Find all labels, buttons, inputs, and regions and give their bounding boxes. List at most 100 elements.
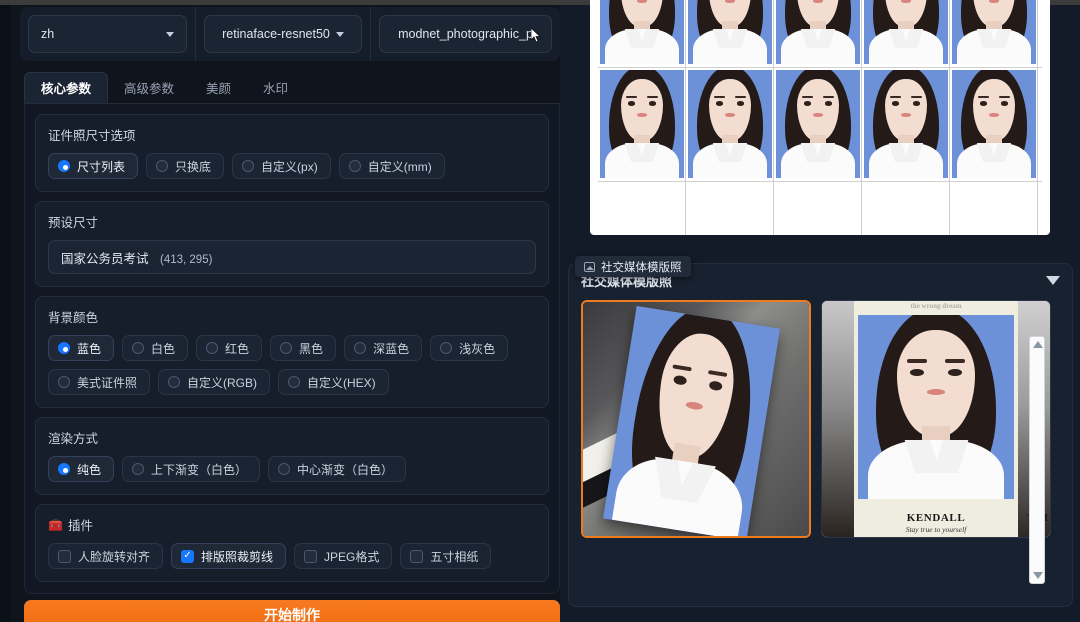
photo-cell (864, 70, 948, 178)
radio-icon (132, 463, 144, 475)
radio-icon (278, 463, 290, 475)
triangle-down-icon[interactable] (1046, 276, 1060, 285)
radio-label: 白色 (151, 340, 175, 357)
background-color-title: 背景颜色 (48, 307, 536, 326)
photo-cell (600, 70, 684, 178)
triangle-down-icon[interactable] (1033, 572, 1043, 579)
tab-label: 水印 (263, 78, 288, 97)
radio-icon (132, 342, 144, 354)
social-template-badge-label: 社交媒体模版照 (601, 259, 682, 275)
left-side-photo-strip (822, 301, 854, 537)
face-detect-select[interactable]: retinaface-resnet50 (204, 15, 362, 53)
radio-bg-darkblue[interactable]: 深蓝色 (344, 335, 422, 361)
plugins-checkboxes: 人脸旋转对齐 排版照裁剪线 JPEG格式 五寸相纸 (48, 543, 536, 569)
radio-bg-lightgray[interactable]: 浅灰色 (430, 335, 508, 361)
radio-label: 自定义(RGB) (187, 374, 257, 391)
face-detect-select-value: retinaface-resnet50 (222, 27, 330, 41)
radio-change-bg-only[interactable]: 只换底 (146, 153, 224, 179)
preset-size-value: 国家公务员考试 (61, 252, 149, 266)
radio-icon (242, 160, 254, 172)
radio-label: 自定义(px) (261, 158, 318, 175)
radio-bg-custom-hex[interactable]: 自定义(HEX) (278, 369, 389, 395)
start-button[interactable]: 开始制作 (24, 600, 560, 622)
size-option-title: 证件照尺寸选项 (48, 125, 536, 144)
radio-icon (280, 342, 292, 354)
radio-size-list[interactable]: 尺寸列表 (48, 153, 138, 179)
plugins-group: 🧰 插件 人脸旋转对齐 排版照裁剪线 JPEG格式 (35, 504, 549, 582)
polaroid-caption-sub: Stay true to yourself (822, 525, 1050, 534)
radio-label: 上下渐变（白色） (151, 461, 247, 478)
language-select[interactable]: zh (28, 15, 187, 53)
render-mode-group: 渲染方式 纯色 上下渐变（白色） 中心渐变（白色） (35, 417, 549, 495)
radio-custom-px[interactable]: 自定义(px) (232, 153, 331, 179)
plugins-title-row: 🧰 插件 (48, 515, 536, 534)
language-select-value: zh (41, 27, 54, 41)
mouse-cursor-icon (531, 28, 542, 43)
tab-core-params[interactable]: 核心参数 (24, 72, 108, 103)
radio-icon (58, 342, 70, 354)
toolbox-icon: 🧰 (48, 518, 63, 532)
radio-icon (58, 376, 70, 388)
radio-icon (58, 160, 70, 172)
checkbox-label: 排版照裁剪线 (201, 548, 273, 565)
checkbox-layout-cut-line[interactable]: 排版照裁剪线 (171, 543, 286, 569)
checkbox-five-inch-paper[interactable]: 五寸相纸 (400, 543, 491, 569)
radio-bg-american[interactable]: 美式证件照 (48, 369, 150, 395)
tab-watermark[interactable]: 水印 (247, 72, 304, 103)
photo-cell (952, 70, 1036, 178)
matting-select-wrap: modnet_photographic_p (370, 7, 560, 61)
radio-icon (349, 160, 361, 172)
radio-label: 中心渐变（白色） (297, 461, 393, 478)
tab-label: 美颜 (206, 78, 231, 97)
chevron-down-icon (166, 32, 174, 37)
radio-label: 纯色 (77, 461, 101, 478)
core-params-panel: 证件照尺寸选项 尺寸列表 只换底 自定义(px) (24, 104, 560, 594)
radio-bg-black[interactable]: 黑色 (270, 335, 336, 361)
checkbox-icon (181, 550, 194, 563)
tab-label: 高级参数 (124, 78, 174, 97)
render-mode-title: 渲染方式 (48, 428, 536, 447)
model-selector-bar: zh retinaface-resnet50 modnet_photograph… (20, 7, 560, 61)
radio-render-solid[interactable]: 纯色 (48, 456, 114, 482)
thumbnails-scrollbar[interactable] (1029, 336, 1045, 584)
preset-size-group: 预设尺寸 国家公务员考试 (413, 295) (35, 201, 549, 287)
social-template-thumbnails: the wrong dream KENDALL Stay true to you… (581, 300, 1051, 550)
cut-line-vertical (685, 0, 686, 235)
matting-select-value: modnet_photographic_p (398, 27, 533, 41)
tab-label: 核心参数 (41, 78, 91, 97)
layout-sheet-preview[interactable] (590, 0, 1050, 235)
radio-bg-red[interactable]: 红色 (196, 335, 262, 361)
radio-custom-mm[interactable]: 自定义(mm) (339, 153, 445, 179)
radio-bg-white[interactable]: 白色 (122, 335, 188, 361)
language-select-wrap: zh (20, 7, 195, 61)
preset-size-dropdown[interactable]: 国家公务员考试 (413, 295) (48, 240, 536, 274)
matting-select[interactable]: modnet_photographic_p (379, 15, 552, 53)
checkbox-face-rotate-align[interactable]: 人脸旋转对齐 (48, 543, 163, 569)
tab-beauty[interactable]: 美颜 (190, 72, 247, 103)
radio-bg-custom-rgb[interactable]: 自定义(RGB) (158, 369, 270, 395)
social-thumbnail-polaroid[interactable]: the wrong dream KENDALL Stay true to you… (821, 300, 1051, 538)
photo-cell (688, 70, 772, 178)
preset-size-dimensions: (413, 295) (160, 254, 212, 266)
cut-line-horizontal (598, 67, 1042, 68)
radio-bg-blue[interactable]: 蓝色 (48, 335, 114, 361)
cut-line-horizontal (598, 181, 1042, 182)
cut-line-vertical (773, 0, 774, 235)
radio-icon (288, 376, 300, 388)
photo-cell (864, 0, 948, 64)
radio-render-center-gradient[interactable]: 中心渐变（白色） (268, 456, 406, 482)
checkbox-jpeg-format[interactable]: JPEG格式 (294, 543, 392, 569)
preset-size-value-wrap: 国家公务员考试 (413, 295) (61, 248, 212, 267)
radio-render-vertical-gradient[interactable]: 上下渐变（白色） (122, 456, 260, 482)
radio-label: 尺寸列表 (77, 158, 125, 175)
face-detect-select-wrap: retinaface-resnet50 (195, 7, 370, 61)
checkbox-label: JPEG格式 (324, 548, 379, 565)
radio-label: 自定义(HEX) (307, 374, 376, 391)
triangle-up-icon[interactable] (1033, 341, 1043, 348)
photo-cell (776, 70, 860, 178)
tab-advanced-params[interactable]: 高级参数 (108, 72, 190, 103)
background-color-group: 背景颜色 蓝色 白色 红色 (35, 296, 549, 408)
left-control-panel: zh retinaface-resnet50 modnet_photograph… (10, 5, 560, 622)
radio-icon (58, 463, 70, 475)
social-thumbnail-tilted-card[interactable] (581, 300, 811, 538)
